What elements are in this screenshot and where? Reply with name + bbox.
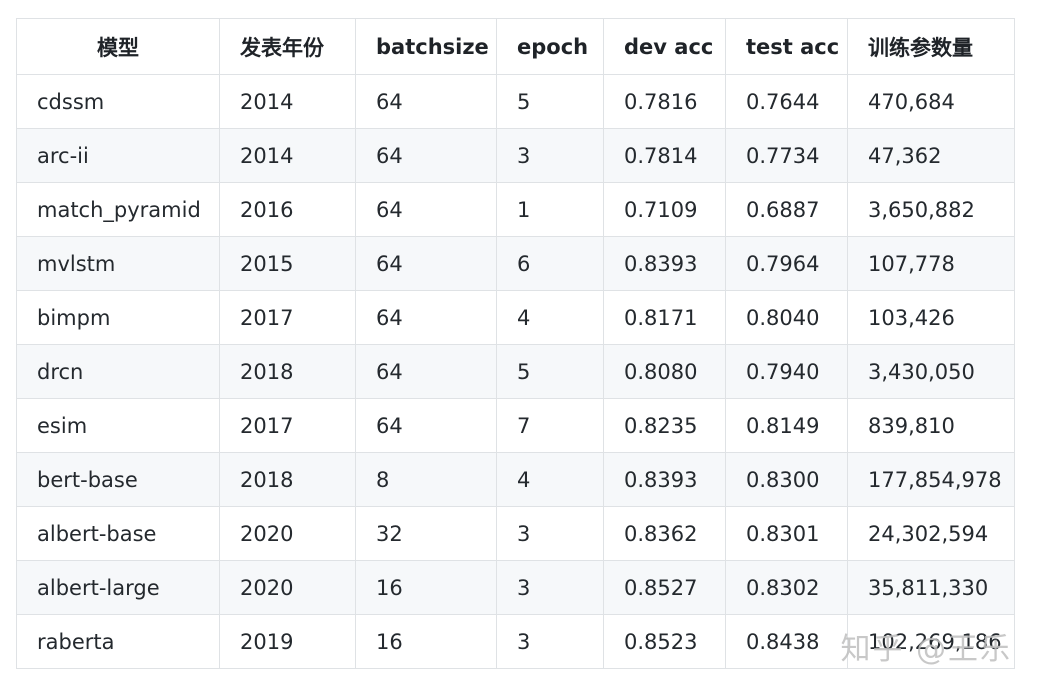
cell-dev-acc: 0.8523 — [603, 614, 726, 669]
cell-year: 2020 — [219, 560, 356, 615]
cell-test-acc: 0.7644 — [725, 74, 848, 129]
cell-epoch: 4 — [496, 290, 604, 345]
cell-batchsize: 64 — [355, 398, 497, 453]
cell-batchsize: 64 — [355, 290, 497, 345]
cell-dev-acc: 0.7816 — [603, 74, 726, 129]
cell-epoch: 5 — [496, 74, 604, 129]
cell-epoch: 3 — [496, 128, 604, 183]
cell-model: arc-ii — [16, 128, 220, 183]
cell-epoch: 3 — [496, 506, 604, 561]
cell-dev-acc: 0.8171 — [603, 290, 726, 345]
cell-year: 2017 — [219, 290, 356, 345]
cell-model: cdssm — [16, 74, 220, 129]
cell-model: drcn — [16, 344, 220, 399]
cell-test-acc: 0.8149 — [725, 398, 848, 453]
cell-epoch: 5 — [496, 344, 604, 399]
cell-model: mvlstm — [16, 236, 220, 291]
cell-batchsize: 64 — [355, 74, 497, 129]
cell-dev-acc: 0.8393 — [603, 452, 726, 507]
cell-dev-acc: 0.7814 — [603, 128, 726, 183]
table-row: drcn 2018 64 5 0.8080 0.7940 3,430,050 — [16, 344, 1015, 399]
cell-batchsize: 64 — [355, 344, 497, 399]
header-epoch: epoch — [496, 18, 604, 75]
cell-params: 103,426 — [847, 290, 1015, 345]
header-year: 发表年份 — [219, 18, 356, 75]
cell-test-acc: 0.6887 — [725, 182, 848, 237]
cell-dev-acc: 0.8080 — [603, 344, 726, 399]
cell-batchsize: 16 — [355, 614, 497, 669]
cell-test-acc: 0.7964 — [725, 236, 848, 291]
cell-params: 470,684 — [847, 74, 1015, 129]
header-batchsize: batchsize — [355, 18, 497, 75]
table-row: cdssm 2014 64 5 0.7816 0.7644 470,684 — [16, 74, 1015, 129]
cell-params: 102,269,186 — [847, 614, 1015, 669]
cell-params: 3,650,882 — [847, 182, 1015, 237]
table-header: 模型 发表年份 batchsize epoch dev acc test acc… — [16, 18, 1015, 75]
cell-dev-acc: 0.8362 — [603, 506, 726, 561]
header-test-acc: test acc — [725, 18, 848, 75]
cell-test-acc: 0.8302 — [725, 560, 848, 615]
cell-dev-acc: 0.8527 — [603, 560, 726, 615]
header-params: 训练参数量 — [847, 18, 1015, 75]
cell-params: 3,430,050 — [847, 344, 1015, 399]
cell-epoch: 6 — [496, 236, 604, 291]
cell-test-acc: 0.8438 — [725, 614, 848, 669]
cell-year: 2018 — [219, 452, 356, 507]
table-row: bimpm 2017 64 4 0.8171 0.8040 103,426 — [16, 290, 1015, 345]
cell-epoch: 3 — [496, 560, 604, 615]
cell-params: 177,854,978 — [847, 452, 1015, 507]
cell-batchsize: 8 — [355, 452, 497, 507]
table-row: mvlstm 2015 64 6 0.8393 0.7964 107,778 — [16, 236, 1015, 291]
cell-model: albert-large — [16, 560, 220, 615]
cell-batchsize: 64 — [355, 236, 497, 291]
cell-epoch: 1 — [496, 182, 604, 237]
cell-year: 2014 — [219, 128, 356, 183]
cell-params: 107,778 — [847, 236, 1015, 291]
cell-params: 47,362 — [847, 128, 1015, 183]
cell-year: 2015 — [219, 236, 356, 291]
cell-test-acc: 0.7940 — [725, 344, 848, 399]
cell-model: albert-base — [16, 506, 220, 561]
cell-params: 839,810 — [847, 398, 1015, 453]
cell-test-acc: 0.7734 — [725, 128, 848, 183]
cell-year: 2020 — [219, 506, 356, 561]
cell-year: 2019 — [219, 614, 356, 669]
cell-test-acc: 0.8040 — [725, 290, 848, 345]
cell-model: match_pyramid — [16, 182, 220, 237]
cell-batchsize: 32 — [355, 506, 497, 561]
cell-dev-acc: 0.7109 — [603, 182, 726, 237]
header-row: 模型 发表年份 batchsize epoch dev acc test acc… — [16, 18, 1015, 75]
table-row: bert-base 2018 8 4 0.8393 0.8300 177,854,978 — [16, 452, 1015, 507]
header-model: 模型 — [16, 18, 220, 75]
cell-year: 2017 — [219, 398, 356, 453]
table-row: esim 2017 64 7 0.8235 0.8149 839,810 — [16, 398, 1015, 453]
cell-epoch: 7 — [496, 398, 604, 453]
cell-dev-acc: 0.8235 — [603, 398, 726, 453]
cell-model: raberta — [16, 614, 220, 669]
cell-batchsize: 64 — [355, 128, 497, 183]
results-table: 模型 发表年份 batchsize epoch dev acc test acc… — [16, 18, 1015, 669]
cell-year: 2018 — [219, 344, 356, 399]
cell-params: 35,811,330 — [847, 560, 1015, 615]
table-row: arc-ii 2014 64 3 0.7814 0.7734 47,362 — [16, 128, 1015, 183]
cell-test-acc: 0.8300 — [725, 452, 848, 507]
cell-model: bimpm — [16, 290, 220, 345]
cell-model: bert-base — [16, 452, 220, 507]
table-row: albert-large 2020 16 3 0.8527 0.8302 35,811,33… — [16, 560, 1015, 615]
table-body: cdssm 2014 64 5 0.7816 0.7644 470,684 arc-ii 201… — [16, 74, 1015, 669]
cell-epoch: 4 — [496, 452, 604, 507]
table-row: albert-base 2020 32 3 0.8362 0.8301 24,302,594 — [16, 506, 1015, 561]
table-row: raberta 2019 16 3 0.8523 0.8438 102,269,186 — [16, 614, 1015, 669]
cell-batchsize: 64 — [355, 182, 497, 237]
cell-year: 2016 — [219, 182, 356, 237]
cell-params: 24,302,594 — [847, 506, 1015, 561]
cell-year: 2014 — [219, 74, 356, 129]
cell-test-acc: 0.8301 — [725, 506, 848, 561]
cell-epoch: 3 — [496, 614, 604, 669]
table-row: match_pyramid 2016 64 1 0.7109 0.6887 3,650,88… — [16, 182, 1015, 237]
header-dev-acc: dev acc — [603, 18, 726, 75]
cell-dev-acc: 0.8393 — [603, 236, 726, 291]
cell-model: esim — [16, 398, 220, 453]
cell-batchsize: 16 — [355, 560, 497, 615]
